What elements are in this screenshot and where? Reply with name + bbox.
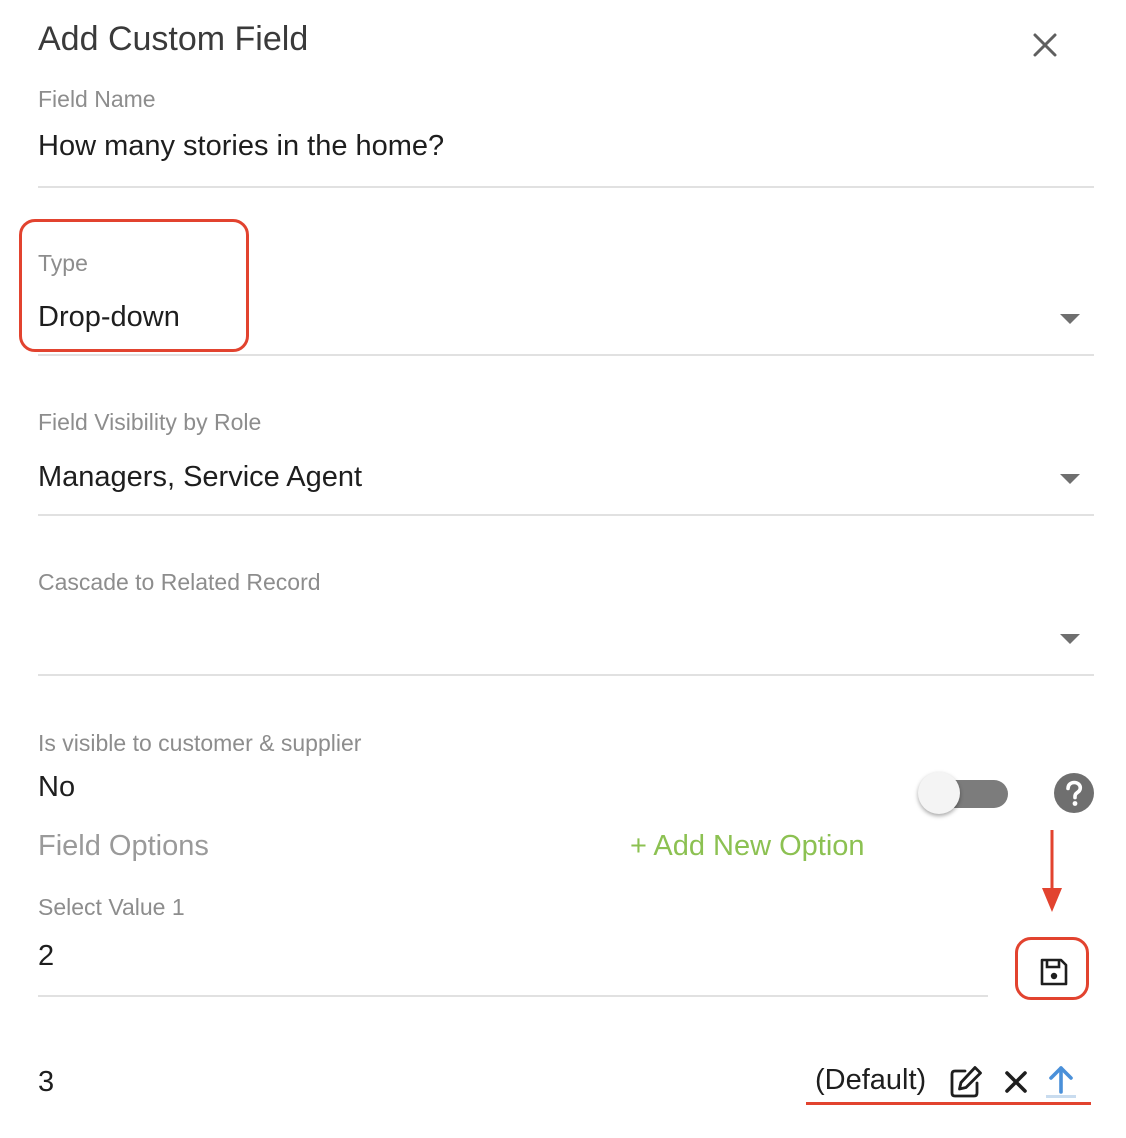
option-value: 3	[38, 1066, 55, 1098]
select-value-input[interactable]: 2	[38, 940, 978, 973]
select-value-label: Select Value 1	[38, 894, 185, 920]
arrow-up-underline	[1046, 1095, 1076, 1098]
close-icon[interactable]	[1026, 26, 1064, 64]
cascade-underline	[38, 674, 1094, 676]
annotation-arrow-down-icon	[1040, 830, 1064, 914]
customer-visible-label: Is visible to customer & supplier	[38, 730, 362, 756]
customer-visible-value: No	[38, 771, 76, 803]
save-option-button[interactable]	[1015, 937, 1089, 1000]
field-name-input[interactable]: How many stories in the home?	[38, 130, 444, 163]
customer-visible-toggle[interactable]	[918, 772, 1010, 816]
visibility-underline	[38, 514, 1094, 516]
chevron-down-icon[interactable]	[1060, 634, 1080, 644]
option-row-highlight-annotation	[806, 1102, 1091, 1105]
help-icon[interactable]	[1054, 773, 1094, 813]
field-options-title: Field Options	[38, 830, 209, 862]
type-underline	[38, 354, 1094, 356]
default-badge: (Default)	[815, 1064, 927, 1096]
toggle-knob	[918, 772, 960, 814]
select-value-underline	[38, 995, 988, 997]
dialog-title: Add Custom Field	[38, 20, 309, 58]
visibility-select[interactable]: Managers, Service Agent	[38, 461, 362, 494]
visibility-label: Field Visibility by Role	[38, 409, 262, 435]
delete-icon[interactable]	[1002, 1068, 1030, 1096]
chevron-down-icon[interactable]	[1060, 474, 1080, 484]
cascade-label: Cascade to Related Record	[38, 569, 321, 595]
edit-icon[interactable]	[948, 1064, 984, 1100]
type-label: Type	[38, 250, 88, 276]
chevron-down-icon[interactable]	[1060, 314, 1080, 324]
field-name-underline	[38, 186, 1094, 188]
cascade-select[interactable]	[38, 620, 1038, 656]
save-icon	[1040, 958, 1068, 986]
field-name-label: Field Name	[38, 86, 156, 112]
add-new-option-button[interactable]: + Add New Option	[630, 830, 865, 863]
type-select[interactable]: Drop-down	[38, 301, 180, 334]
